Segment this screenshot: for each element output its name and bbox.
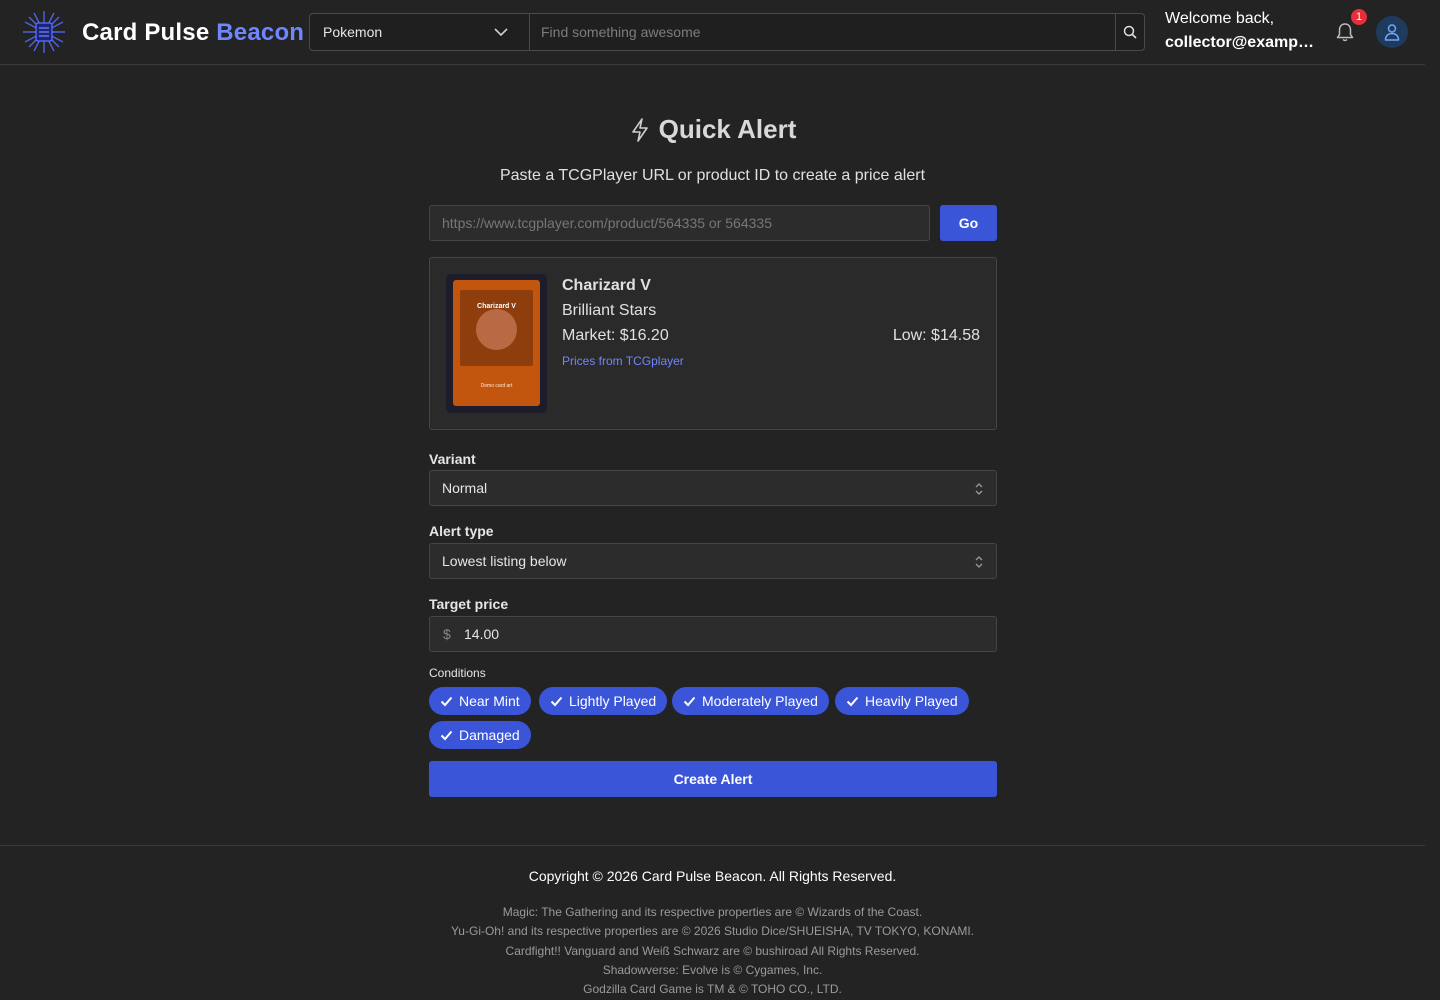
game-select[interactable]: Pokemon <box>310 14 530 50</box>
product-card: Charizard V Demo card art Charizard V Br… <box>429 257 997 430</box>
card-art-name: Charizard V <box>477 303 516 310</box>
search-bar: Pokemon <box>309 13 1145 51</box>
search-input[interactable] <box>530 14 1115 50</box>
condition-chip-lightly-played[interactable]: Lightly Played <box>539 687 668 715</box>
card-art-window <box>460 290 533 366</box>
check-icon <box>846 696 859 706</box>
product-url-input[interactable] <box>429 205 930 241</box>
condition-chip-near-mint[interactable]: Near Mint <box>429 687 531 715</box>
footer-divider <box>0 845 1425 846</box>
notification-badge[interactable]: 1 <box>1351 9 1367 25</box>
variant-label: Variant <box>429 451 476 467</box>
welcome-text: Welcome back, <box>1165 10 1275 27</box>
lightning-bolt-icon <box>631 117 648 142</box>
variant-value: Normal <box>442 480 488 496</box>
footer-legal-line: Godzilla Card Game is TM & © TOHO CO., L… <box>583 982 842 996</box>
footer-copyright: Copyright © 2026 Card Pulse Beacon. All … <box>528 868 897 884</box>
page-subtitle: Paste a TCGPlayer URL or product ID to c… <box>499 167 926 184</box>
welcome-block: Welcome back, collector@example.com <box>1165 7 1315 55</box>
condition-chip-label: Heavily Played <box>865 693 958 709</box>
page-title-row: Quick Alert <box>0 114 1425 145</box>
top-header: Card Pulse Beacon Pokemon Welcome back, … <box>0 0 1425 65</box>
user-email[interactable]: collector@example.com <box>1165 31 1315 55</box>
create-alert-button[interactable]: Create Alert <box>429 761 997 797</box>
condition-chip-heavily-played[interactable]: Heavily Played <box>835 687 969 715</box>
brand-primary: Card Pulse <box>82 19 210 46</box>
go-button[interactable]: Go <box>940 205 997 241</box>
condition-chip-label: Lightly Played <box>569 693 657 709</box>
card-art: Charizard V Demo card art <box>453 280 540 406</box>
footer-legal-line: Magic: The Gathering and its respective … <box>502 905 923 919</box>
product-name: Charizard V <box>562 277 651 294</box>
condition-chip-moderately-played[interactable]: Moderately Played <box>672 687 829 715</box>
search-icon <box>1123 25 1137 39</box>
select-updown-icon <box>975 556 983 568</box>
account-button[interactable] <box>1376 16 1408 48</box>
footer-legal-line: Shadowverse: Evolve is © Cygames, Inc. <box>602 963 823 977</box>
condition-chip-damaged[interactable]: Damaged <box>429 721 531 749</box>
check-icon <box>440 730 453 740</box>
brand-accent: Beacon <box>216 19 305 46</box>
brand-name[interactable]: Card Pulse Beacon <box>82 19 304 47</box>
select-updown-icon <box>975 483 983 495</box>
condition-chip-label: Moderately Played <box>702 693 818 709</box>
target-price-field: $ <box>429 616 997 652</box>
product-thumbnail: Charizard V Demo card art <box>446 274 547 413</box>
condition-chip-label: Near Mint <box>459 693 520 709</box>
check-icon <box>550 696 563 706</box>
conditions-label: Conditions <box>429 666 486 680</box>
alert-type-value: Lowest listing below <box>442 553 567 569</box>
check-icon <box>440 696 453 706</box>
footer-legal-line: Cardfight!! Vanguard and Weiß Schwarz ar… <box>505 944 920 958</box>
user-icon <box>1384 24 1400 41</box>
variant-select[interactable]: Normal <box>429 470 997 506</box>
product-set: Brilliant Stars <box>562 302 657 319</box>
card-art-footer: Demo card art <box>480 383 513 389</box>
condition-chip-label: Damaged <box>459 727 520 743</box>
alert-type-label: Alert type <box>429 523 494 539</box>
card-art-circle <box>476 309 517 350</box>
alert-type-select[interactable]: Lowest listing below <box>429 543 997 579</box>
price-source-link[interactable]: Prices from TCGplayer <box>562 354 684 368</box>
check-icon <box>683 696 696 706</box>
bell-icon[interactable] <box>1335 21 1355 43</box>
search-button[interactable] <box>1115 14 1144 50</box>
market-price: Market: $16.20 <box>562 327 669 344</box>
currency-symbol: $ <box>443 626 451 642</box>
game-select-value: Pokemon <box>323 24 383 40</box>
low-price: Low: $14.58 <box>892 327 980 344</box>
footer-legal-line: Yu-Gi-Oh! and its respective properties … <box>450 924 975 938</box>
target-price-label: Target price <box>429 596 509 612</box>
starburst-logo-icon[interactable] <box>22 10 66 54</box>
target-price-input[interactable] <box>460 617 990 651</box>
chevron-down-icon <box>494 28 508 37</box>
page-title: Quick Alert <box>658 114 797 144</box>
